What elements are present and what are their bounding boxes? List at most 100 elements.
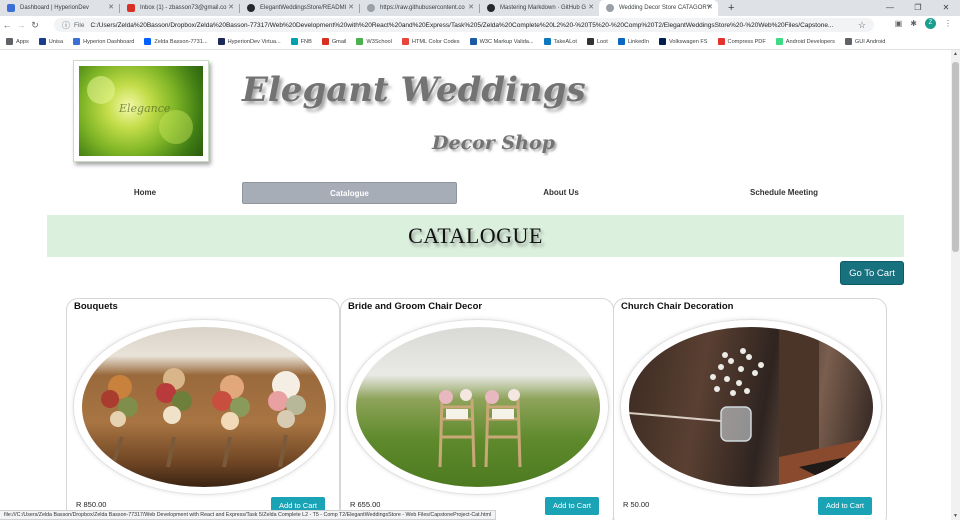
menu-kebab-icon[interactable]: ⋮ [944, 19, 952, 28]
info-icon[interactable]: ⓘ [62, 20, 70, 31]
chair-decor-image [356, 327, 600, 487]
profile-avatar[interactable]: Z [925, 18, 936, 29]
nav-home[interactable]: Home [112, 182, 178, 204]
fnb-icon [290, 38, 298, 45]
back-arrow-icon[interactable]: ← [0, 20, 14, 30]
scroll-down-arrow-icon[interactable]: ▼ [951, 513, 960, 519]
bookmark-w3c-validator[interactable]: W3C Markup Valida... [469, 38, 534, 45]
gmail-icon [321, 38, 329, 45]
tab-hyperion-dashboard[interactable]: Dashboard | HyperionDev ✕ [0, 0, 119, 16]
forward-arrow-icon[interactable]: → [14, 20, 28, 30]
bookmark-apps[interactable]: Apps [6, 38, 29, 45]
bookmark-volkswagen[interactable]: Volkswagen FS [658, 38, 708, 45]
pdf-icon [717, 38, 725, 45]
address-text: C:/Users/Zelda%20Basson/Dropbox/Zelda%20… [90, 21, 834, 29]
bookmark-fnb[interactable]: FNB [290, 38, 312, 45]
bookmarks-bar: Apps Unisa Hyperion Dashboard Zelda Bass… [0, 34, 960, 50]
bookmark-hyperiondev-virtual[interactable]: HyperionDev Virtua... [217, 38, 281, 45]
bookmark-android-developers[interactable]: Android Developers [775, 38, 835, 45]
window-controls: — ❐ ✕ [876, 0, 960, 16]
globe-icon [367, 4, 375, 12]
catalogue-banner: CATALOGUE [47, 215, 904, 257]
close-tab-icon[interactable]: ✕ [468, 3, 474, 11]
church-decor-illustration [629, 327, 873, 487]
loot-icon [586, 38, 594, 45]
new-tab-button[interactable]: + [728, 2, 734, 14]
bookmark-label: Compress PDF [727, 38, 766, 45]
close-tab-icon[interactable]: ✕ [348, 3, 354, 11]
gmail-icon [127, 4, 135, 12]
bookmark-w3school[interactable]: W3School [356, 38, 392, 45]
bookmark-dropbox-folder[interactable]: Zelda Basson-7731... [144, 38, 208, 45]
flower [485, 390, 499, 404]
go-to-cart-button[interactable]: Go To Cart [840, 261, 904, 285]
nav-about-us[interactable]: About Us [520, 182, 602, 204]
bookmark-loot[interactable]: Loot [586, 38, 608, 45]
bookmark-star-icon[interactable]: ☆ [858, 20, 866, 31]
bookmark-label: W3School [366, 38, 392, 45]
bookmark-html-color-codes[interactable]: HTML Color Codes [401, 38, 460, 45]
bouquets-image [82, 327, 326, 487]
chair-sign [492, 409, 514, 419]
boutonniere-2 [156, 368, 192, 468]
flower [508, 389, 520, 401]
bookmark-label: GUI Android [854, 38, 886, 45]
logo-bokeh [159, 110, 193, 144]
tab-raw-github[interactable]: https://raw.githubusercontent.co ✕ [360, 0, 479, 16]
product-image-frame [620, 319, 882, 495]
android-icon [775, 38, 783, 45]
bookmark-label: Volkswagen FS [668, 38, 708, 45]
product-image-frame [347, 319, 609, 495]
puzzle-extensions-icon[interactable]: ✱ [910, 19, 917, 28]
site-subtitle: Decor Shop [432, 132, 555, 154]
globe-icon [658, 38, 666, 45]
extension-area: ▣ ✱ Z ⋮ [895, 18, 952, 29]
main-navigation: Home Catalogue About Us Schedule Meeting [0, 182, 951, 204]
nav-catalogue[interactable]: Catalogue [242, 182, 457, 204]
dropbox-icon [144, 38, 152, 45]
bookmark-gmail[interactable]: Gmail [321, 38, 346, 45]
reload-icon[interactable]: ↻ [28, 20, 42, 31]
address-bar[interactable]: ⓘ File C:/Users/Zelda%20Basson/Dropbox/Z… [54, 18, 874, 32]
bookmark-label: HyperionDev Virtua... [227, 38, 281, 45]
page-scrollbar[interactable]: ▲ ▼ [951, 50, 960, 520]
bookmark-gui-android[interactable]: GUI Android [844, 38, 886, 45]
tab-mastering-markdown[interactable]: Mastering Markdown · GitHub G ✕ [480, 0, 599, 16]
close-window-icon[interactable]: ✕ [932, 0, 960, 16]
bookmark-linkedin[interactable]: LinkedIn [617, 38, 649, 45]
restore-icon[interactable]: ❐ [904, 0, 932, 16]
minimize-icon[interactable]: — [876, 0, 904, 16]
extension-icon[interactable]: ▣ [895, 19, 903, 28]
close-tab-icon[interactable]: ✕ [228, 3, 234, 11]
logo-bokeh [87, 76, 115, 104]
add-to-cart-button[interactable]: Add to Cart [818, 497, 872, 515]
add-to-cart-button[interactable]: Add to Cart [545, 497, 599, 515]
bookmark-label: Hyperion Dashboard [83, 38, 135, 45]
product-card-chair-decor: Bride and Groom Chair Decor R 655.00 Add… [340, 298, 614, 520]
product-name: Church Chair Decoration [621, 301, 734, 312]
product-price: R 655.00 [350, 500, 381, 509]
bookmark-takealot[interactable]: TakeALot [543, 38, 577, 45]
scroll-up-arrow-icon[interactable]: ▲ [951, 51, 960, 57]
close-tab-icon[interactable]: ✕ [707, 3, 713, 11]
takealot-icon [543, 38, 551, 45]
bookmark-hyperion-dashboard[interactable]: Hyperion Dashboard [73, 38, 134, 45]
close-tab-icon[interactable]: ✕ [108, 3, 114, 11]
product-card-bouquets: Bouquets R 850.00 Add to Cart [66, 298, 340, 520]
tab-gmail-inbox[interactable]: Inbox (1) - zbasson73@gmail.co ✕ [120, 0, 239, 16]
tab-label: Wedding Decor Store CATAGORY [619, 5, 711, 11]
boutonniere-4 [268, 371, 306, 468]
bookmark-unisa[interactable]: Unisa [38, 38, 63, 45]
bookmark-label: Loot [596, 38, 608, 45]
close-tab-icon[interactable]: ✕ [588, 3, 594, 11]
chairs-illustration [438, 389, 522, 468]
bookmark-compress-pdf[interactable]: Compress PDF [717, 38, 766, 45]
scrollbar-thumb[interactable] [952, 62, 959, 252]
tab-wedding-decor-store[interactable]: Wedding Decor Store CATAGORY ✕ [599, 0, 718, 16]
tab-github-readme[interactable]: ElegantWeddingsStore/READMI ✕ [240, 0, 359, 16]
github-icon [487, 4, 495, 12]
address-scheme-label: File [74, 21, 85, 29]
nav-schedule-meeting[interactable]: Schedule Meeting [730, 182, 838, 204]
babys-breath-flowers [710, 348, 764, 396]
browser-tab-strip: Dashboard | HyperionDev ✕ Inbox (1) - zba… [0, 0, 960, 16]
